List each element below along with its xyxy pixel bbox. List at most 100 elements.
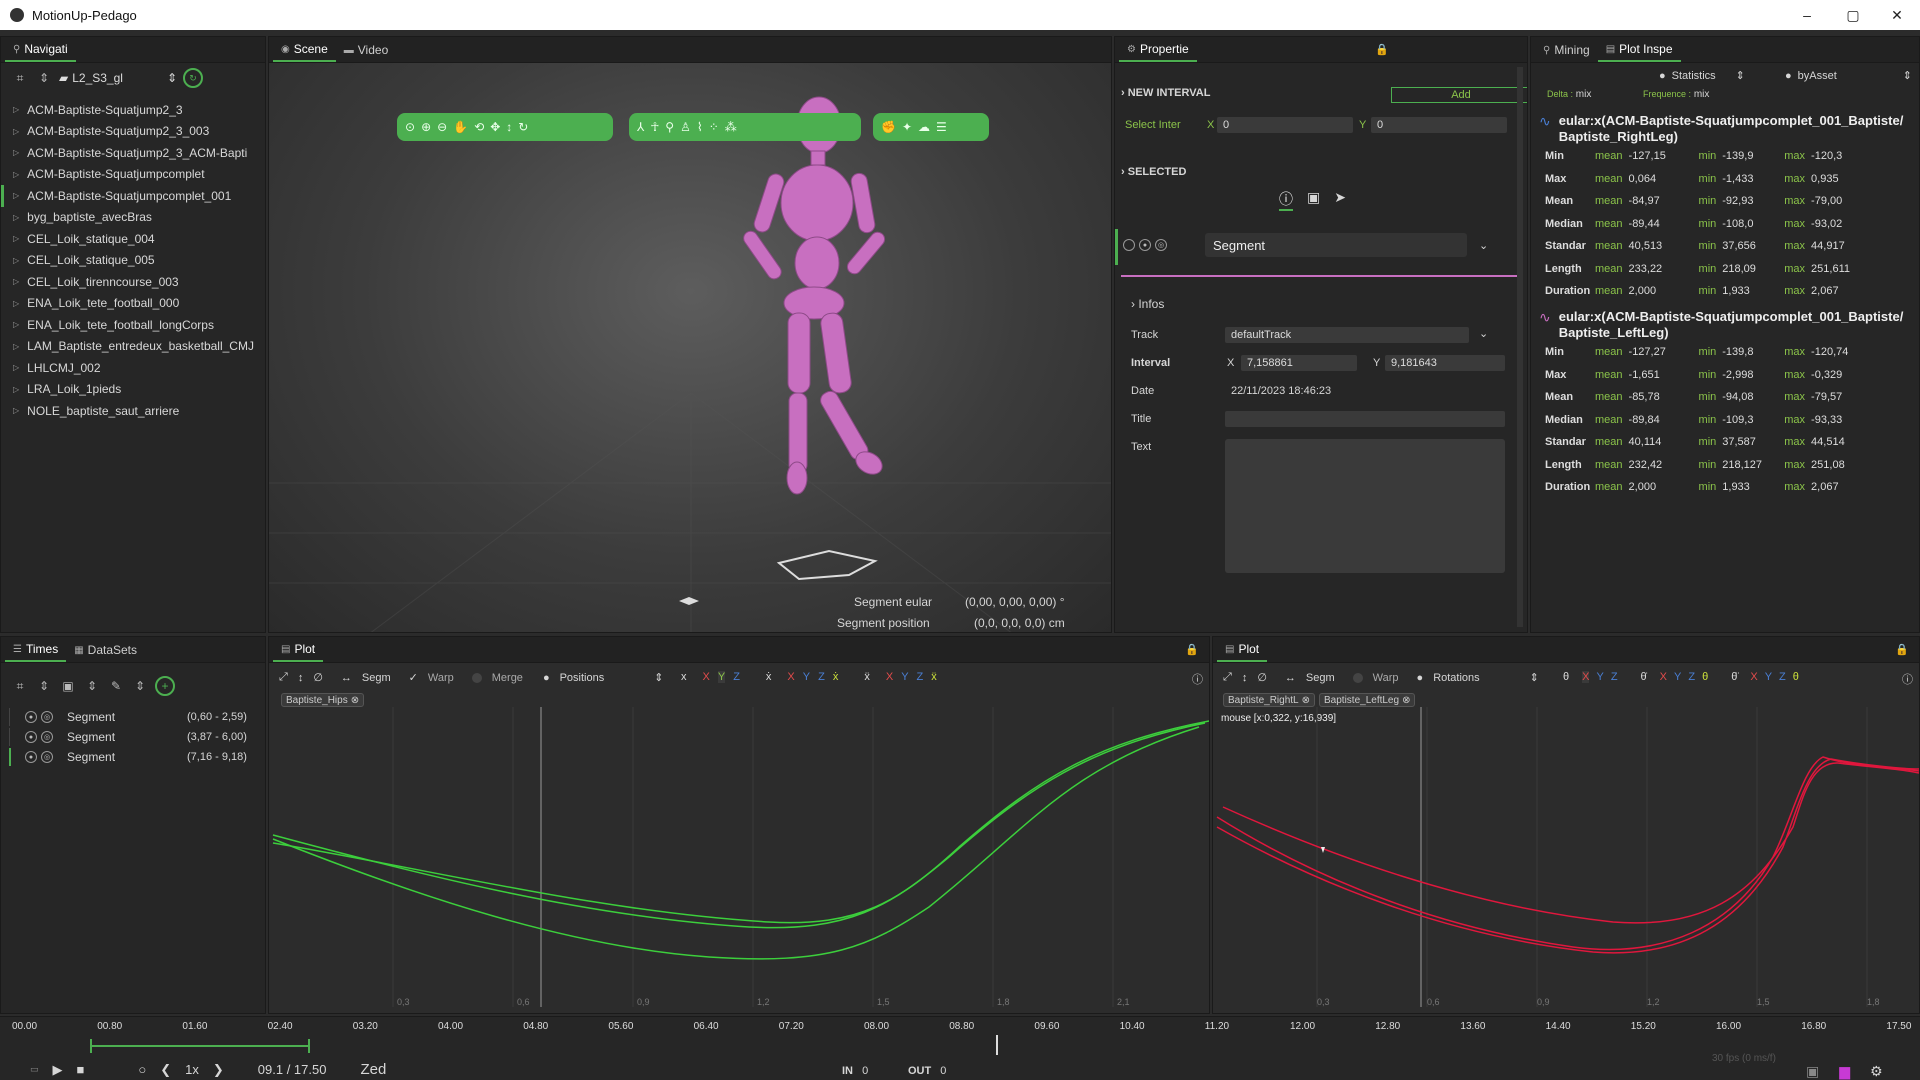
updown-icon[interactable]: ⇕ [654, 671, 663, 684]
settings-gear-icon[interactable]: ⚙ [1870, 1063, 1883, 1080]
list-item[interactable]: ▷ ENA_Loik_tete_football_longCorps [1, 314, 265, 336]
plot1-chip[interactable]: Baptiste_Hips ⊗ [281, 693, 365, 707]
list-item[interactable]: ▷ CEL_Loik_statique_004 [1, 228, 265, 250]
list-item[interactable]: ▷ LRA_Loik_1pieds [1, 379, 265, 401]
merge-toggle[interactable] [471, 672, 482, 683]
segment-color-bar[interactable] [1121, 275, 1521, 277]
warp-toggle[interactable] [1352, 672, 1363, 683]
skeleton-icon[interactable]: ☥ [650, 120, 659, 134]
layers-icon[interactable]: ☰ [936, 120, 947, 134]
out-value[interactable]: 0 [940, 1065, 946, 1077]
mode-select[interactable]: Positions [560, 672, 605, 684]
tab-plot1[interactable]: ▤ Plot [273, 638, 324, 662]
segment-mode-icon[interactable]: ↔ [1285, 672, 1296, 684]
target-icon[interactable]: ◎ [1155, 239, 1167, 251]
axes-icon[interactable]: ⅄ [637, 120, 644, 134]
tab-navigator[interactable]: ⚲ Navigati [5, 38, 76, 62]
tab-scene[interactable]: ◉ Scene [273, 38, 336, 62]
tab-mining[interactable]: ⚲ Mining [1535, 38, 1598, 62]
warp-label[interactable]: Warp [1373, 672, 1399, 684]
tab-plot2[interactable]: ▤ Plot [1217, 638, 1268, 662]
tab-plot-inspector[interactable]: ▤ Plot Inspe [1597, 38, 1681, 62]
close-button[interactable]: ✕ [1874, 0, 1920, 30]
select-interval-y-field[interactable]: 0 [1371, 117, 1507, 133]
axis-y-toggle[interactable]: Y [1674, 671, 1681, 683]
markers-icon[interactable]: ⁘ [709, 120, 719, 134]
lock-icon[interactable]: 🔒 [1375, 43, 1389, 56]
axis-x-toggle[interactable]: X [787, 671, 794, 683]
stop-icon[interactable]: ■ [77, 1062, 85, 1077]
plot1-canvas[interactable] [269, 707, 1209, 1007]
playhead[interactable] [996, 1035, 998, 1055]
hierarchy-icon[interactable]: ⌗ [11, 677, 29, 695]
tab-times[interactable]: ☰ Times [5, 638, 67, 662]
3d-viewport[interactable]: ⊙ ⊕ ⊖ ✋ ⟲ ✥ ↕ ↻ ⅄ ☥ ⚲ ♙ ⌇ ⁘ ⁂ ✊ ✦ ☁ ☰ Segment eular (0,0… [269, 63, 1111, 632]
camera-record-icon[interactable]: ▆ [1839, 1063, 1850, 1080]
hierarchy-icon[interactable]: ⌗ [11, 69, 29, 87]
track-select[interactable]: defaultTrack [1225, 327, 1469, 343]
list-item[interactable]: ▷ ACM-Baptiste-Squatjumpcomplet [1, 164, 265, 186]
arrow-right-icon[interactable]: ➤ [1334, 189, 1346, 211]
plot2-canvas[interactable] [1213, 707, 1919, 1007]
axis-dot-x-toggle[interactable]: ẋ [833, 671, 839, 683]
segment-mode-label[interactable]: Segm [1306, 672, 1335, 684]
axis-ddot-theta-toggle[interactable]: θ [1793, 671, 1799, 683]
axis-dot-theta-toggle[interactable]: θ [1702, 671, 1708, 683]
reset-view-icon[interactable]: ↻ [518, 120, 528, 134]
axis-x-toggle[interactable]: X [1660, 671, 1667, 683]
axis-x-toggle[interactable]: X [1582, 671, 1590, 683]
chevron-down-icon[interactable]: ⌄ [1479, 239, 1488, 252]
loop-icon[interactable]: ○ [138, 1062, 146, 1077]
display-mode-icon[interactable]: ▣ [59, 677, 77, 695]
track-chevron-icon[interactable]: ⌄ [1479, 327, 1488, 340]
target-icon[interactable]: ◎ [41, 751, 53, 763]
title-input[interactable] [1225, 411, 1505, 427]
axis-y-toggle[interactable]: Y [803, 671, 810, 683]
axis-z-toggle[interactable]: Z [1688, 671, 1695, 683]
expand-icon[interactable]: ⤢ [1223, 671, 1232, 684]
folder-select[interactable]: ▰ L2_S3_gl ⇕ [59, 68, 177, 88]
close-icon[interactable]: ⊗ [1302, 695, 1310, 706]
axis-y-toggle[interactable]: Y [717, 671, 726, 683]
axis-x-toggle[interactable]: X [1750, 671, 1757, 683]
infos-heading[interactable]: › Infos [1131, 297, 1164, 311]
add-button[interactable]: Add [1391, 87, 1527, 103]
range-end-handle[interactable] [308, 1039, 310, 1053]
eye-icon[interactable]: ● [25, 751, 37, 763]
maximize-button[interactable]: ▢ [1830, 0, 1876, 30]
zoom-in-icon[interactable]: ⊕ [421, 120, 431, 134]
statistics-select[interactable]: ● Statistics ⇕ [1659, 69, 1745, 83]
list-item[interactable]: ▷ CEL_Loik_tirenncourse_003 [1, 271, 265, 293]
mode-select[interactable]: Rotations [1433, 672, 1479, 684]
segment-mode-icon[interactable]: ↔ [341, 672, 352, 684]
list-item[interactable]: ▷ ACM-Baptiste-Squatjump2_3_ACM-Bapti [1, 142, 265, 164]
axis-y-toggle[interactable]: Y [1765, 671, 1772, 683]
close-icon[interactable]: ⊗ [351, 695, 359, 706]
axis-y-toggle[interactable]: Y [1596, 671, 1603, 683]
refresh-icon[interactable]: ↻ [183, 68, 204, 88]
list-item[interactable]: ▷ NOLE_baptiste_saut_arriere [1, 400, 265, 422]
axis-x-toggle[interactable]: X [703, 671, 710, 683]
axis-y-toggle[interactable]: Y [901, 671, 908, 683]
axis-z-toggle[interactable]: Z [1779, 671, 1786, 683]
eye-icon[interactable]: ● [25, 731, 37, 743]
zoom-out-icon[interactable]: ⊖ [437, 120, 447, 134]
byasset-select[interactable]: ● byAsset ⇕ [1785, 69, 1912, 83]
info-icon[interactable]: ⓘ [1192, 671, 1203, 687]
play-icon[interactable]: ▶ [53, 1062, 63, 1078]
axis-ddot-x-toggle[interactable]: ẍ [931, 671, 937, 683]
grab-icon[interactable]: ✊ [881, 120, 896, 134]
info-icon[interactable]: ⓘ [1902, 671, 1913, 687]
list-item[interactable]: ▷ ACM-Baptiste-Squatjump2_3 [1, 99, 265, 121]
segment-mode-label[interactable]: Segm [362, 672, 391, 684]
tag-icon[interactable]: ✎ [107, 677, 125, 695]
empty-set-icon[interactable]: ∅ [313, 671, 323, 684]
plot2-chip-rightleg[interactable]: Baptiste_RightL ⊗ [1223, 693, 1315, 707]
list-item-selected[interactable]: ▷ ACM-Baptiste-Squatjumpcomplet_001 [1, 185, 265, 207]
list-item[interactable]: ▷ byg_baptiste_avecBras [1, 207, 265, 229]
list-item[interactable]: ▷ LAM_Baptiste_entredeux_basketball_CMJ [1, 336, 265, 358]
in-value[interactable]: 0 [862, 1065, 868, 1077]
updown-icon[interactable]: ⇕ [83, 677, 101, 695]
close-icon[interactable]: ⊗ [1402, 695, 1410, 706]
tab-datasets[interactable]: ▦ DataSets [66, 638, 145, 662]
